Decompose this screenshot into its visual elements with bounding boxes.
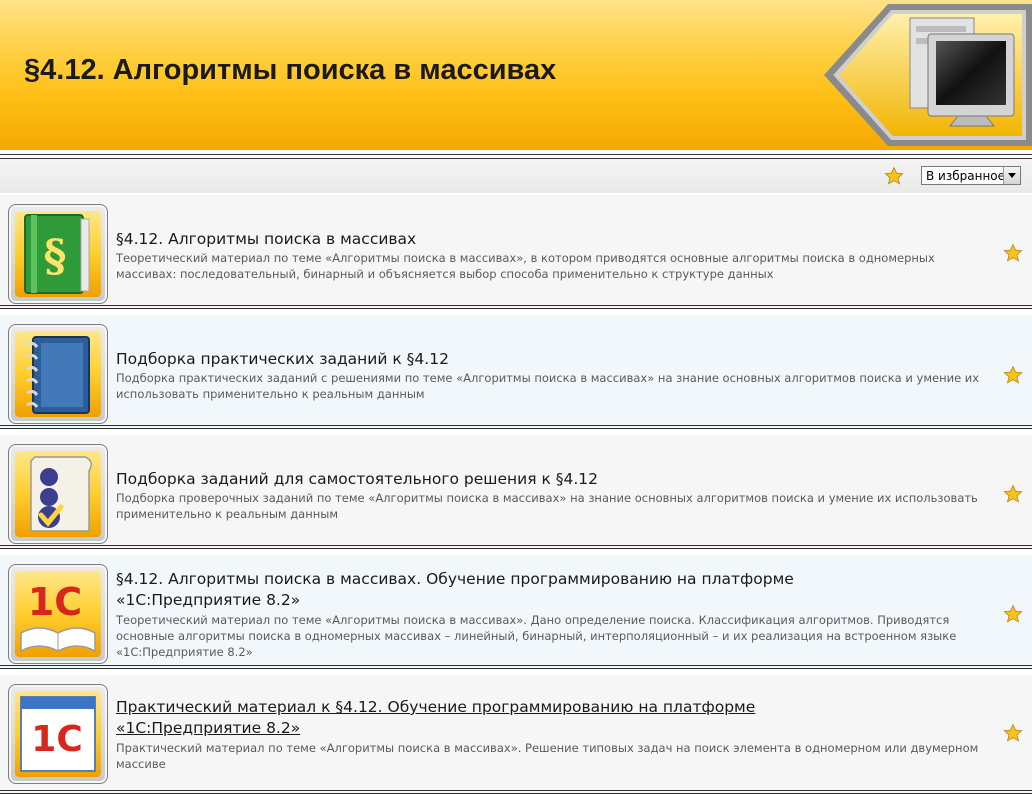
star-icon[interactable] xyxy=(1003,723,1023,743)
item-title[interactable]: §4.12. Алгоритмы поиска в массивах xyxy=(116,229,836,250)
item-thumbnail[interactable]: 1С xyxy=(8,564,108,664)
list-item: Подборка практических заданий к §4.12 По… xyxy=(0,315,1032,429)
star-icon[interactable] xyxy=(1003,243,1023,263)
1c-book-icon: 1С xyxy=(20,580,96,653)
item-description: Подборка проверочных заданий по теме «Ал… xyxy=(116,491,978,521)
header-divider xyxy=(0,154,1032,155)
item-thumbnail[interactable] xyxy=(8,324,108,424)
svg-text:1С: 1С xyxy=(31,719,82,760)
item-description: Практический материал по теме «Алгоритмы… xyxy=(116,741,979,771)
item-title[interactable]: Подборка заданий для самостоятельного ре… xyxy=(116,469,836,490)
item-title-line: «1С:Предприятие 8.2» xyxy=(116,591,301,609)
item-title-line: Практический материал к §4.12. Обучение … xyxy=(116,698,756,716)
page-header: §4.12. Алгоритмы поиска в массивах xyxy=(0,0,1032,150)
page-title: §4.12. Алгоритмы поиска в массивах xyxy=(24,54,557,86)
list-item: 1С Практический материал к §4.12. Обучен… xyxy=(0,675,1032,794)
chevron-down-icon[interactable] xyxy=(1003,167,1020,184)
favorites-select-value: В избранное xyxy=(926,169,1006,183)
item-thumbnail[interactable] xyxy=(8,444,108,544)
item-title[interactable]: §4.12. Алгоритмы поиска в массивах. Обуч… xyxy=(116,569,836,611)
svg-text:1С: 1С xyxy=(28,580,82,624)
star-icon[interactable] xyxy=(1003,604,1023,624)
item-description: Теоретический материал по теме «Алгоритм… xyxy=(116,251,935,281)
star-icon[interactable] xyxy=(1003,365,1023,385)
paragraph-book-icon: § xyxy=(24,214,90,294)
item-description: Теоретический материал по теме «Алгоритм… xyxy=(116,613,957,659)
svg-text:§: § xyxy=(43,231,66,282)
item-title-line: §4.12. Алгоритмы поиска в массивах. Обуч… xyxy=(116,570,794,588)
notebook-icon xyxy=(26,336,90,414)
item-title-link[interactable]: Практический материал к §4.12. Обучение … xyxy=(116,697,836,739)
item-title-line: «1С:Предприятие 8.2» xyxy=(116,719,301,737)
toolbar xyxy=(0,159,1032,193)
list-item: § §4.12. Алгоритмы поиска в массивах Тео… xyxy=(0,195,1032,309)
star-icon[interactable] xyxy=(884,166,904,186)
computer-arrow-icon xyxy=(824,4,1032,146)
1c-window-icon: 1С xyxy=(20,696,96,772)
item-description: Подборка практических заданий с решениям… xyxy=(116,371,980,401)
item-thumbnail[interactable]: § xyxy=(8,204,108,304)
star-icon[interactable] xyxy=(1003,484,1023,504)
item-title[interactable]: Подборка практических заданий к §4.12 xyxy=(116,349,836,370)
list-item: Подборка заданий для самостоятельного ре… xyxy=(0,435,1032,549)
test-checkmark-icon xyxy=(30,456,92,532)
item-thumbnail[interactable]: 1С xyxy=(8,684,108,784)
favorites-select[interactable]: В избранное xyxy=(921,166,1021,185)
list-item: 1С §4.12. Алгоритмы поиска в массивах. О… xyxy=(0,555,1032,669)
